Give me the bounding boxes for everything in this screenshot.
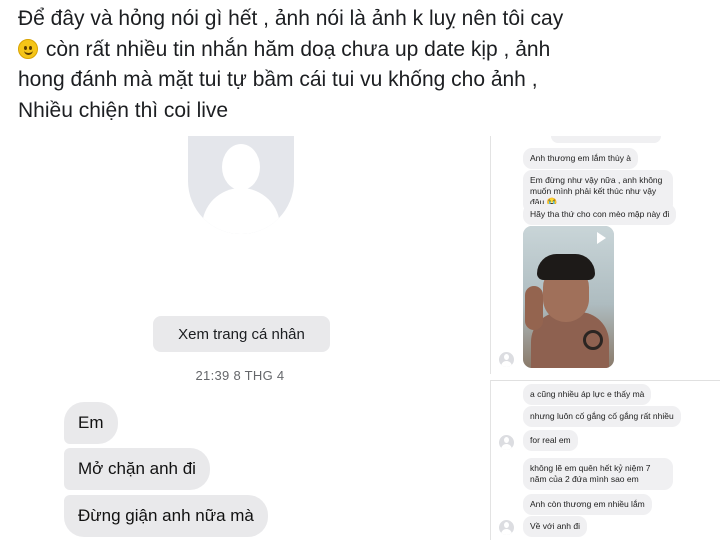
chat-screenshot-right-top: Anh thương em lắm thùy à Em đừng như vậy… (490, 136, 720, 374)
view-profile-button[interactable]: Xem trang cá nhân (153, 316, 330, 352)
caption-line-3: hong đánh mà mặt tui tự bầm cái tui vu k… (18, 68, 538, 91)
video-play-icon[interactable] (597, 232, 606, 244)
sender-avatar-icon (499, 435, 514, 450)
message-bubble[interactable]: Hãy tha thứ cho con mèo mập này đi (523, 204, 677, 225)
caption-line-4: Nhiều chiện thì coi live (18, 98, 229, 122)
sender-avatar-icon (499, 520, 514, 535)
message-bubble[interactable]: Về với anh đi (523, 516, 587, 537)
default-avatar-icon[interactable] (188, 136, 294, 234)
message-bubble[interactable]: Em (64, 402, 118, 444)
message-bubble[interactable]: nhưng luôn cố gắng cố gắng rất nhiều (523, 406, 681, 427)
selfie-photo[interactable] (523, 226, 614, 368)
message-bubble[interactable]: Anh còn thương em nhiều lắm (523, 494, 652, 515)
message-bubble[interactable]: for real em (523, 430, 578, 451)
message-bubble[interactable]: a cũng nhiều áp lực e thấy mà (523, 384, 652, 405)
caption-line-2-text: còn rất nhiều tin nhắn hăm doạ chưa up d… (40, 37, 551, 61)
message-bubble[interactable]: Anh thương em lắm thùy à (523, 148, 639, 169)
caption-line-2: còn rất nhiều tin nhắn hăm doạ chưa up d… (18, 35, 718, 66)
message-timestamp: 21:39 8 THG 4 (195, 368, 285, 383)
chat-screenshot-right-bottom: a cũng nhiều áp lực e thấy mà nhưng luôn… (490, 380, 720, 540)
smile-emoji-icon (18, 38, 38, 59)
sender-avatar-icon (499, 352, 514, 367)
caption-line-1: Để đây và hỏng nói gì hết , ảnh nói là ả… (18, 7, 564, 30)
message-bubble[interactable]: không lẽ em quên hết kỷ niệm 7 năm của 2… (523, 458, 673, 490)
chat-screenshot-left: Xem trang cá nhân 21:39 8 THG 4 Em Mở ch… (0, 136, 486, 540)
message-bubble[interactable]: Mở chặn anh đi (64, 448, 210, 490)
post-caption: Để đây và hỏng nói gì hết , ảnh nói là ả… (18, 4, 718, 126)
message-bubble[interactable]: Đừng giận anh nữa mà (64, 495, 268, 537)
cropped-message-bubble (551, 136, 661, 143)
